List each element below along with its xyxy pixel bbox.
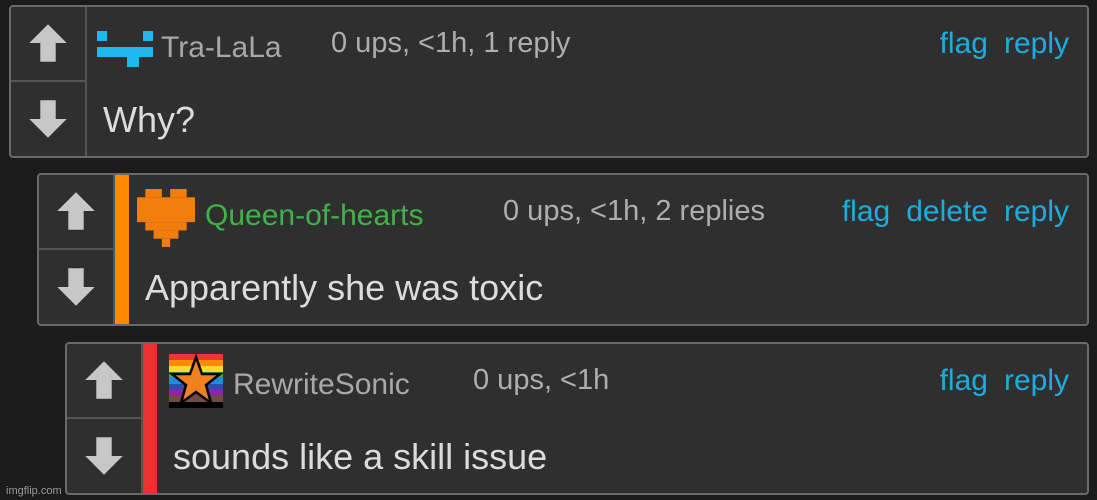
watermark: imgflip.com (6, 485, 62, 497)
reply-link[interactable]: reply (1004, 364, 1069, 398)
comment-2: Queen-of-hearts 0 ups, <1h, 2 replies fl… (37, 173, 1089, 326)
heart-avatar[interactable] (137, 189, 195, 247)
comment-actions: flag delete reply (842, 195, 1069, 229)
comment-username[interactable]: Tra-LaLa (161, 31, 282, 65)
avatar[interactable] (97, 21, 153, 77)
comment-meta: 0 ups, <1h (473, 364, 610, 396)
comment-actions: flag reply (940, 27, 1069, 61)
comment-header: RewriteSonic 0 ups, <1h flag reply (67, 344, 1087, 420)
delete-link[interactable]: delete (906, 195, 988, 229)
downvote-arrow-icon (85, 437, 123, 475)
comment-text: sounds like a skill issue (173, 436, 548, 477)
reply-link[interactable]: reply (1004, 195, 1069, 229)
downvote-button[interactable] (39, 250, 113, 325)
comment-1: Tra-LaLa 0 ups, <1h, 1 reply flag reply … (9, 5, 1089, 158)
comment-text: Why? (103, 99, 196, 140)
flag-link[interactable]: flag (940, 27, 988, 61)
comment-text: Apparently she was toxic (145, 267, 544, 308)
comment-meta: 0 ups, <1h, 1 reply (331, 27, 571, 59)
rainbow-star-avatar[interactable] (169, 354, 223, 408)
reply-link[interactable]: reply (1004, 27, 1069, 61)
downvote-button[interactable] (67, 419, 141, 494)
downvote-arrow-icon (29, 100, 67, 138)
comment-username[interactable]: RewriteSonic (233, 368, 410, 402)
comment-meta: 0 ups, <1h, 2 replies (503, 195, 765, 227)
downvote-arrow-icon (57, 268, 95, 306)
downvote-button[interactable] (11, 82, 85, 157)
comment-header: Tra-LaLa 0 ups, <1h, 1 reply flag reply (11, 7, 1087, 83)
comment-actions: flag reply (940, 364, 1069, 398)
flag-link[interactable]: flag (842, 195, 890, 229)
comment-header: Queen-of-hearts 0 ups, <1h, 2 replies fl… (39, 175, 1087, 251)
comment-username[interactable]: Queen-of-hearts (205, 199, 423, 233)
comment-3: RewriteSonic 0 ups, <1h flag reply sound… (65, 342, 1089, 495)
flag-link[interactable]: flag (940, 364, 988, 398)
